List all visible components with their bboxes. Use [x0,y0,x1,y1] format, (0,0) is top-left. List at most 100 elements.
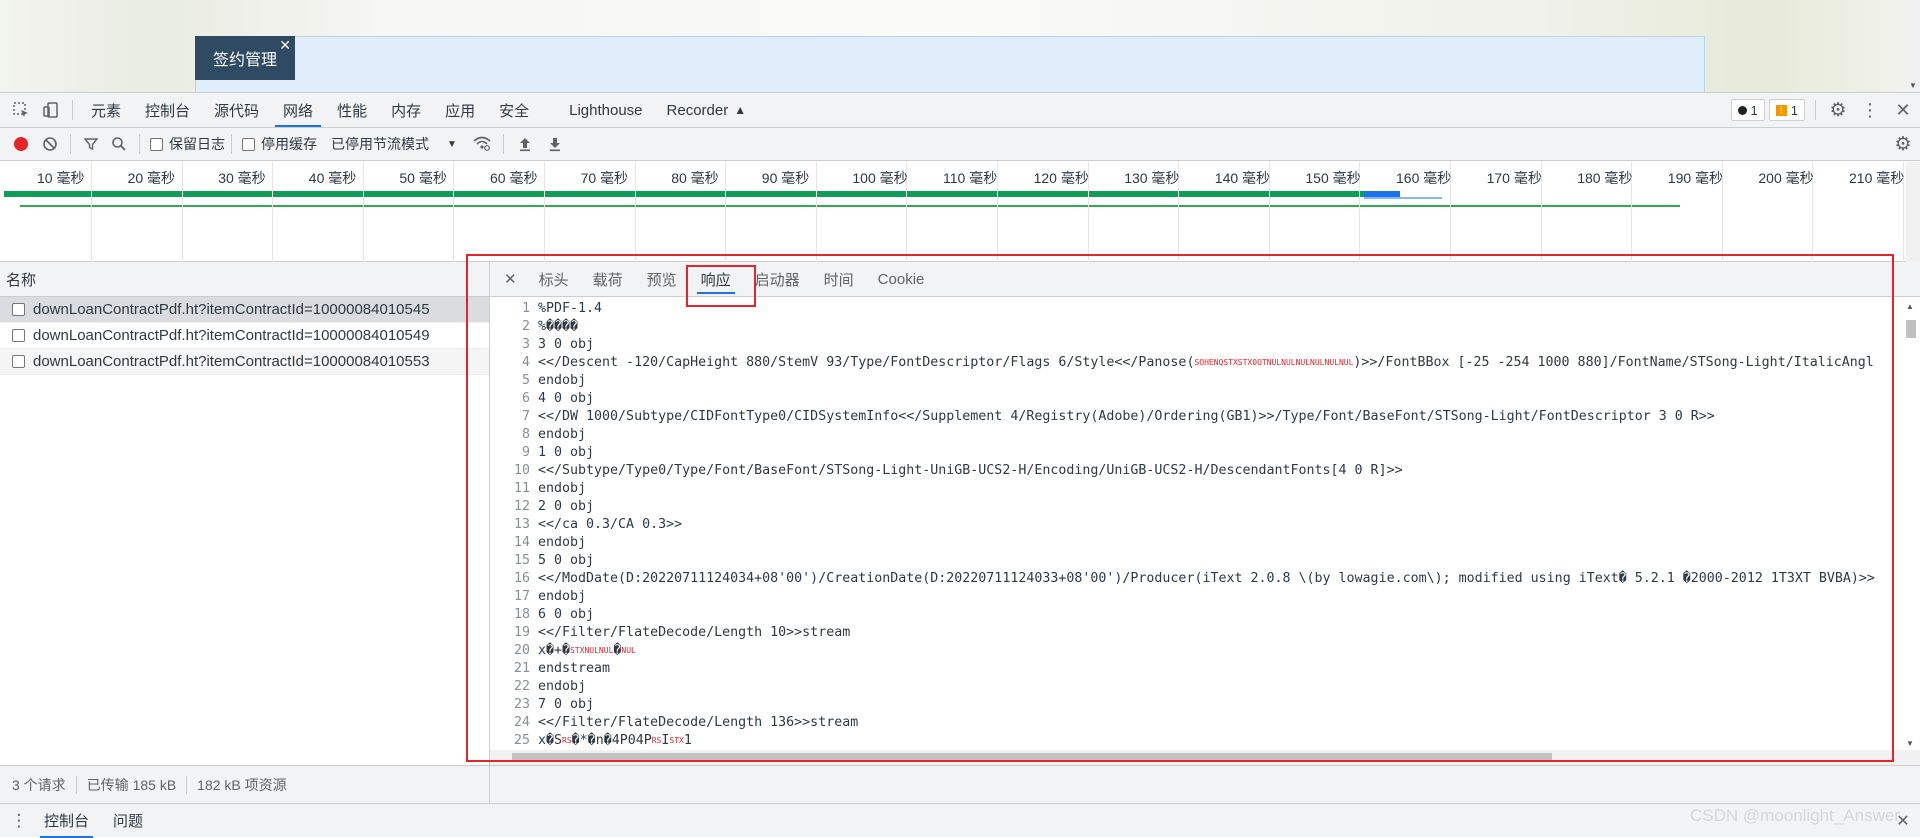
warning-badge[interactable]: ! 1 [1768,99,1805,121]
tab-console[interactable]: 控制台 [133,93,202,127]
record-icon[interactable] [6,137,36,151]
code-text: 1 [683,733,692,748]
line-number: 17 [513,589,530,604]
timeline-overview[interactable]: 10 毫秒 20 毫秒 30 毫秒 40 毫秒 50 毫秒 60 毫秒 70 毫秒 80 毫秒… [0,162,1920,262]
code-text: endobj [538,679,587,694]
request-row[interactable]: downLoanContractPdf.ht?itemContractId=10… [0,349,489,375]
network-conditions-icon[interactable] [467,136,497,152]
timeline-tick-label: 110 毫秒 [943,170,998,186]
preserve-log-checkbox[interactable]: 保留日志 [150,134,225,154]
tab-timing[interactable]: 时间 [812,262,866,297]
scroll-down-icon[interactable]: ▼ [1909,81,1917,90]
timeline-gridline [453,162,455,262]
line-number: 8 [521,427,530,442]
code-line: 3 3 0 obj [490,336,1902,354]
timeline-tick-label: 30 毫秒 [218,170,266,186]
timeline-gridline [544,162,545,262]
import-har-icon[interactable] [510,136,540,152]
code-line: 6 4 0 obj [490,390,1902,408]
disable-cache-checkbox[interactable]: 停用缓存 [242,134,317,154]
code-text: )>>/FontBBox [-25 -254 1000 880]/FontNam… [1353,355,1874,370]
line-number: 25 [513,733,530,748]
scroll-thumb[interactable] [1906,320,1916,338]
transferred-size: 已传输 185 kB [77,775,188,794]
timeline-tick-label: 20 毫秒 [127,170,176,186]
request-row[interactable]: downLoanContractPdf.ht?itemContractId=10… [0,297,489,323]
network-settings-gear-icon[interactable]: ⚙ [1886,133,1920,156]
line-number: 19 [513,625,530,640]
close-detail-icon[interactable]: ✕ [490,262,527,297]
clear-icon[interactable] [36,136,64,152]
tab-lighthouse[interactable]: Lighthouse [557,93,654,127]
tab-preview[interactable]: 预览 [635,262,689,297]
checkbox[interactable] [150,137,163,151]
tab-application[interactable]: 应用 [433,93,487,127]
code-line: 25 x�S RS �*�n�4P04P RS I STX 1 [490,732,1902,750]
error-badge[interactable]: 1 [1730,99,1765,121]
tab-network[interactable]: 网络 [271,93,325,127]
close-icon[interactable]: ✕ [279,38,291,52]
drawer-tab-console[interactable]: 控制台 [32,804,101,838]
line-number: 20 [513,643,530,658]
checkbox[interactable] [242,137,255,151]
network-status-bar: 3 个请求 已传输 185 kB 182 kB 项资源 [0,765,1920,804]
tab-signing-management[interactable]: 签约管理 ✕ [195,36,295,80]
request-name: downLoanContractPdf.ht?itemContractId=10… [33,327,430,344]
code-text: <</Subtype/Type0/Type/Font/BaseFont/STSo… [538,463,1403,478]
divider [70,134,71,154]
request-row[interactable]: downLoanContractPdf.ht?itemContractId=10… [0,323,489,349]
control-char: NUL [621,646,636,655]
timeline-tick-label: 80 毫秒 [671,170,719,186]
tab-performance[interactable]: 性能 [325,93,379,127]
scroll-up-icon[interactable]: ▲ [1906,302,1914,311]
tab-headers[interactable]: 标头 [527,262,581,297]
throttling-select[interactable]: 已停用节流模式 ▼ [331,134,457,154]
drawer-tabbar: ⋮ 控制台 问题 ✕ [0,803,1920,838]
divider [139,134,140,154]
drawer-menu-icon[interactable]: ⋮ [6,811,32,831]
inspect-icon[interactable] [6,101,36,119]
request-icon [12,329,25,342]
response-viewer[interactable]: 1 %PDF-1.4 2 %���� 3 3 0 obj 4 <</Descent -120/… [490,300,1902,750]
tab-response[interactable]: 响应 [689,262,743,297]
code-text: %���� [538,319,579,334]
drawer-tab-issues[interactable]: 问题 [101,804,155,838]
response-horizontal-scrollbar[interactable] [490,750,1920,765]
code-line: 23 7 0 obj [490,696,1902,714]
tab-sources[interactable]: 源代码 [202,93,271,127]
scroll-thumb[interactable] [512,753,1552,762]
page-scrollbar[interactable]: ▼ [1906,0,1920,92]
timeline-scrollbar[interactable] [1906,162,1920,262]
tab-memory[interactable]: 内存 [379,93,433,127]
line-number: 14 [513,535,530,550]
line-number: 24 [513,715,530,730]
code-text: <</Filter/FlateDecode/Length 136>>stream [538,715,859,730]
settings-gear-icon[interactable]: ⚙ [1822,99,1854,122]
name-column-header[interactable]: 名称 [0,262,489,297]
code-text: <</Filter/FlateDecode/Length 10>>stream [538,625,851,640]
tab-recorder[interactable]: Recorder ▲ [655,93,759,127]
tab-security[interactable]: 安全 [487,93,541,127]
preserve-log-label: 保留日志 [169,136,225,152]
device-toolbar-icon[interactable] [36,101,66,119]
divider [1815,100,1816,120]
tab-cookies[interactable]: Cookie [866,262,937,297]
close-devtools-icon[interactable]: ✕ [1886,100,1920,121]
tab-initiator[interactable]: 启动器 [743,262,812,297]
line-number: 12 [513,499,530,514]
code-line: 17 endobj [490,588,1902,606]
timeline-tick-label: 10 毫秒 [37,170,85,186]
response-vertical-scrollbar[interactable]: ▲ ▼ [1902,300,1920,750]
more-options-icon[interactable]: ⋮ [1854,100,1886,121]
code-text: �*�n�4P04P [571,733,652,748]
search-icon[interactable] [105,136,133,152]
tab-elements[interactable]: 元素 [79,93,133,127]
timeline-tick-label: 170 毫秒 [1486,170,1542,186]
export-har-icon[interactable] [540,136,570,152]
timeline-gridline [725,162,727,262]
code-line: 11 endobj [490,480,1902,498]
filter-icon[interactable] [77,136,105,152]
tab-payload[interactable]: 载荷 [581,262,635,297]
scroll-down-icon[interactable]: ▼ [1906,739,1914,748]
code-line: 12 2 0 obj [490,498,1902,516]
